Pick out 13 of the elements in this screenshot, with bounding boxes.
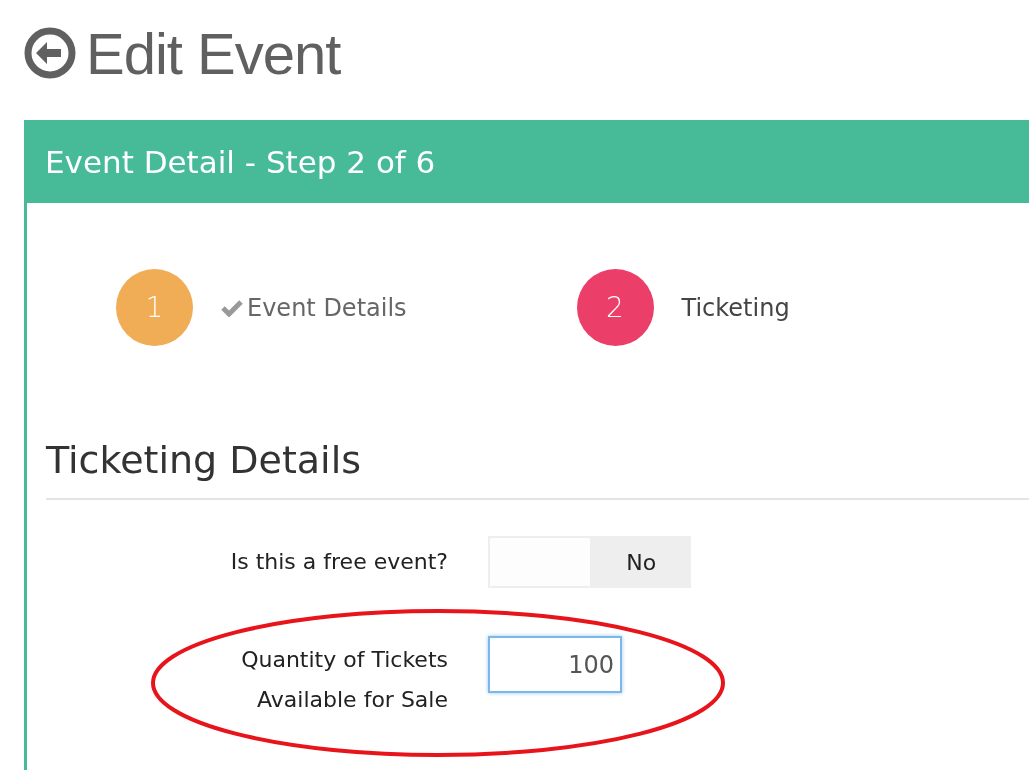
toggle-switch[interactable]: No xyxy=(488,536,691,588)
step-number: 2 xyxy=(576,269,654,346)
panel-title: Event Detail - Step 2 of 6 xyxy=(45,143,436,180)
step-number: 1 xyxy=(116,269,193,346)
step-label: Event Details xyxy=(247,293,407,322)
quantity-input[interactable]: 100 xyxy=(488,636,622,693)
field-label: Is this a free event? xyxy=(229,548,448,576)
check-icon xyxy=(221,298,243,317)
step-label: Ticketing xyxy=(681,293,790,322)
field-label: Quantity of Tickets Available for Sale xyxy=(240,646,448,714)
toggle-value: No xyxy=(625,548,658,577)
section-title: Ticketing Details xyxy=(46,438,1029,500)
page-title: Edit Event xyxy=(86,19,341,87)
